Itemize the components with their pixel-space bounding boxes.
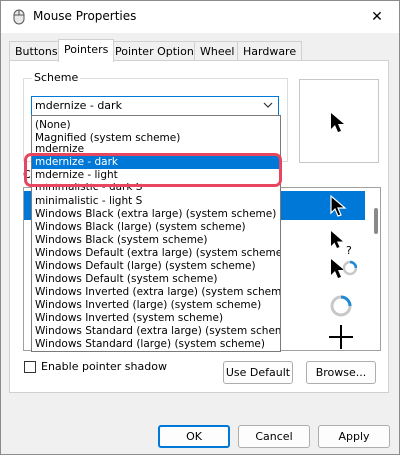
enable-pointer-shadow-label: Enable pointer shadow (41, 360, 167, 373)
tab-buttons[interactable]: Buttons (9, 41, 64, 60)
scheme-option[interactable]: Windows Default (extra large) (system sc… (32, 247, 280, 260)
scheme-option[interactable]: Windows Black (extra large) (system sche… (32, 208, 280, 221)
scheme-option[interactable]: Windows Default (system scheme) (32, 273, 280, 286)
apply-button[interactable]: Apply (318, 425, 390, 448)
help-select-cursor-icon: ? (331, 231, 352, 256)
scheme-select-value: mdernize - dark (35, 99, 122, 112)
close-icon: ✕ (371, 9, 383, 25)
scheme-option[interactable]: Windows Inverted (system scheme) (32, 312, 280, 325)
title-bar: Mouse Properties ✕ (1, 1, 399, 33)
scheme-option[interactable]: Windows Black (system scheme) (32, 234, 280, 247)
mouse-icon (13, 9, 25, 25)
tab-wheel[interactable]: Wheel (194, 41, 241, 60)
scheme-select[interactable]: mdernize - dark (31, 96, 279, 116)
arrow-cursor-icon (330, 195, 347, 217)
chevron-down-icon (263, 102, 273, 108)
scheme-option[interactable]: Windows Black (large) (system scheme) (32, 221, 280, 234)
use-default-button[interactable]: Use Default (223, 361, 293, 384)
window-title: Mouse Properties (33, 9, 137, 23)
scheme-option[interactable]: mdernize (32, 143, 280, 152)
scheme-dropdown-list[interactable]: (None) Magnified (system scheme) mderniz… (31, 115, 281, 352)
scheme-option[interactable]: (None) (32, 119, 280, 132)
scheme-option[interactable]: Windows Standard (large) (system scheme) (32, 338, 280, 351)
tab-strip: Buttons Pointers Pointer Options Wheel H… (1, 39, 399, 62)
arrow-cursor-icon (331, 113, 344, 132)
enable-pointer-shadow-checkbox[interactable] (24, 361, 36, 373)
scheme-option[interactable]: Windows Standard (extra large) (system s… (32, 325, 280, 338)
scheme-label: Scheme (32, 71, 81, 84)
working-in-background-cursor-icon (331, 259, 357, 278)
busy-cursor-icon (330, 295, 352, 317)
highlight-annotation (24, 153, 282, 187)
mouse-properties-window: Mouse Properties ✕ Buttons Pointers Poin… (0, 0, 400, 455)
cancel-button[interactable]: Cancel (238, 425, 310, 448)
cursor-list-scrollbar[interactable] (374, 208, 378, 234)
scheme-option[interactable]: minimalistic - light S (32, 195, 280, 208)
cursor-preview (299, 79, 379, 163)
ok-button[interactable]: OK (158, 425, 230, 448)
scheme-option[interactable]: Windows Inverted (extra large) (system s… (32, 286, 280, 299)
close-button[interactable]: ✕ (355, 1, 399, 33)
tab-pointer-options[interactable]: Pointer Options (109, 41, 206, 60)
tab-pointers[interactable]: Pointers (58, 39, 115, 62)
svg-text:?: ? (346, 244, 352, 256)
precision-select-cursor-icon (329, 325, 353, 349)
scheme-option[interactable]: Windows Default (large) (system scheme) (32, 260, 280, 273)
browse-button[interactable]: Browse... (306, 361, 376, 384)
scheme-option[interactable]: Windows Inverted (large) (system scheme) (32, 299, 280, 312)
tab-hardware[interactable]: Hardware (237, 41, 303, 60)
